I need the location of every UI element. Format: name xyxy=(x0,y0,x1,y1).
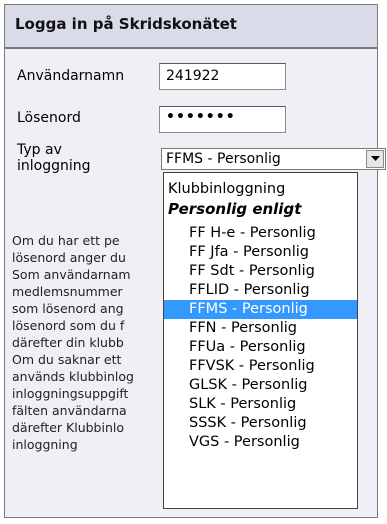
dropdown-option[interactable]: FFUa - Personlig xyxy=(164,338,357,357)
help-line: därefter Klubbinlo xyxy=(12,420,125,435)
dropdown-option[interactable]: SLK - Personlig xyxy=(164,395,357,414)
help-line: lösenord som du f xyxy=(12,318,125,333)
help-line: lösenord anger du xyxy=(12,250,126,265)
help-line: Som användarnam xyxy=(12,267,131,282)
dropdown-option[interactable]: FF H-e - Personlig xyxy=(164,224,357,243)
chevron-down-icon[interactable] xyxy=(366,150,384,168)
help-line: används klubbinlog xyxy=(12,369,134,384)
login-type-selected-value: FFMS - Personlig xyxy=(166,151,281,167)
dropdown-option[interactable]: GLSK - Personlig xyxy=(164,376,357,395)
login-type-select[interactable]: FFMS - Personlig xyxy=(161,148,386,170)
dropdown-option[interactable]: FF Sdt - Personlig xyxy=(164,262,357,281)
dropdown-option[interactable]: VGS - Personlig xyxy=(164,433,357,452)
panel-title: Logga in på Skridskonätet xyxy=(15,15,237,33)
help-line: Om du har ett pe xyxy=(12,233,120,248)
help-line: därefter din klubb xyxy=(12,335,124,350)
password-input[interactable]: ••••••• xyxy=(159,106,286,133)
login-type-dropdown-list: Klubbinloggning Personlig enligt FF H-e … xyxy=(163,172,358,509)
dropdown-option[interactable]: FFLID - Personlig xyxy=(164,281,357,300)
help-line: fälten användarna xyxy=(12,403,127,418)
login-type-label: Typ av inloggning xyxy=(17,142,91,174)
help-line: inloggningsuppgift xyxy=(12,386,129,401)
dropdown-option-klubbinloggning[interactable]: Klubbinloggning xyxy=(164,180,357,199)
dropdown-option[interactable]: FFVSK - Personlig xyxy=(164,357,357,376)
help-line: inloggning xyxy=(12,437,78,452)
dropdown-group-label: Personlig enligt xyxy=(168,200,302,218)
help-text: Om du har ett pe lösenord anger du Som a… xyxy=(12,232,172,512)
help-line: Om du saknar ett xyxy=(12,352,122,367)
dropdown-option[interactable]: FF Jfa - Personlig xyxy=(164,243,357,262)
help-line: medlemsnummer xyxy=(12,284,123,299)
dropdown-option-selected[interactable]: FFMS - Personlig xyxy=(164,300,357,319)
password-label: Lösenord xyxy=(17,110,81,126)
dropdown-option[interactable]: SSSK - Personlig xyxy=(164,414,357,433)
username-label: Användarnamn xyxy=(17,68,125,84)
username-input[interactable]: 241922 xyxy=(159,63,286,90)
help-line: som lösenord ang xyxy=(12,301,124,316)
panel-header: Logga in på Skridskonätet xyxy=(5,5,377,49)
dropdown-option[interactable]: FFN - Personlig xyxy=(164,319,357,338)
